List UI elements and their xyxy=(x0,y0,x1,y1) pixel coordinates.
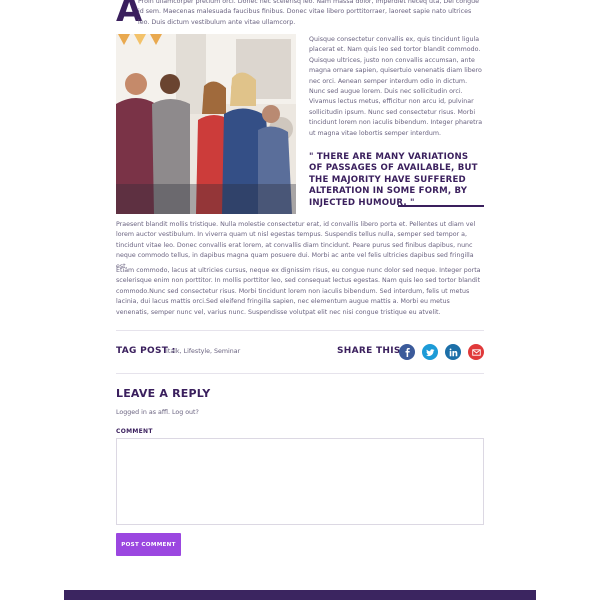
people-networking-image xyxy=(116,34,296,214)
intro-paragraph: Proin ullamcorper pretium orci. Donec ne… xyxy=(138,0,479,26)
linkedin-share-button[interactable] xyxy=(445,344,461,360)
leave-reply-heading: Leave A Reply xyxy=(116,387,211,400)
body-paragraph-1: Praesent blandit mollis tristique. Nulla… xyxy=(116,221,476,270)
comment-label: COMMENT xyxy=(116,428,153,435)
facebook-icon xyxy=(405,347,410,357)
side-paragraph: Quisque consectetur convallis ex, quis t… xyxy=(309,36,483,137)
bunting-decoration xyxy=(118,34,162,45)
linkedin-icon xyxy=(449,348,457,356)
footer-band xyxy=(64,590,536,600)
divider-top xyxy=(116,330,484,331)
quote-underline xyxy=(398,205,484,207)
share-this-label: SHARE THIS : xyxy=(337,346,409,356)
pull-quote: " There are many variations of passages … xyxy=(309,152,478,208)
facebook-share-button[interactable] xyxy=(399,344,415,360)
logged-in-text[interactable]: Logged in as affl. Log out? xyxy=(116,409,199,416)
post-comment-button[interactable]: POST COMMENT xyxy=(116,533,181,556)
twitter-share-button[interactable] xyxy=(422,344,438,360)
twitter-icon xyxy=(425,348,435,356)
comment-textarea[interactable] xyxy=(116,438,484,525)
tag-list[interactable]: Italk, Lifestyle, Seminar xyxy=(166,348,240,355)
article-photo xyxy=(116,34,296,214)
email-share-button[interactable] xyxy=(468,344,484,360)
email-icon xyxy=(471,348,481,356)
body-paragraph-2: Etiam commodo, lacus at ultricies cursus… xyxy=(116,267,481,316)
divider-bottom xyxy=(116,373,484,374)
